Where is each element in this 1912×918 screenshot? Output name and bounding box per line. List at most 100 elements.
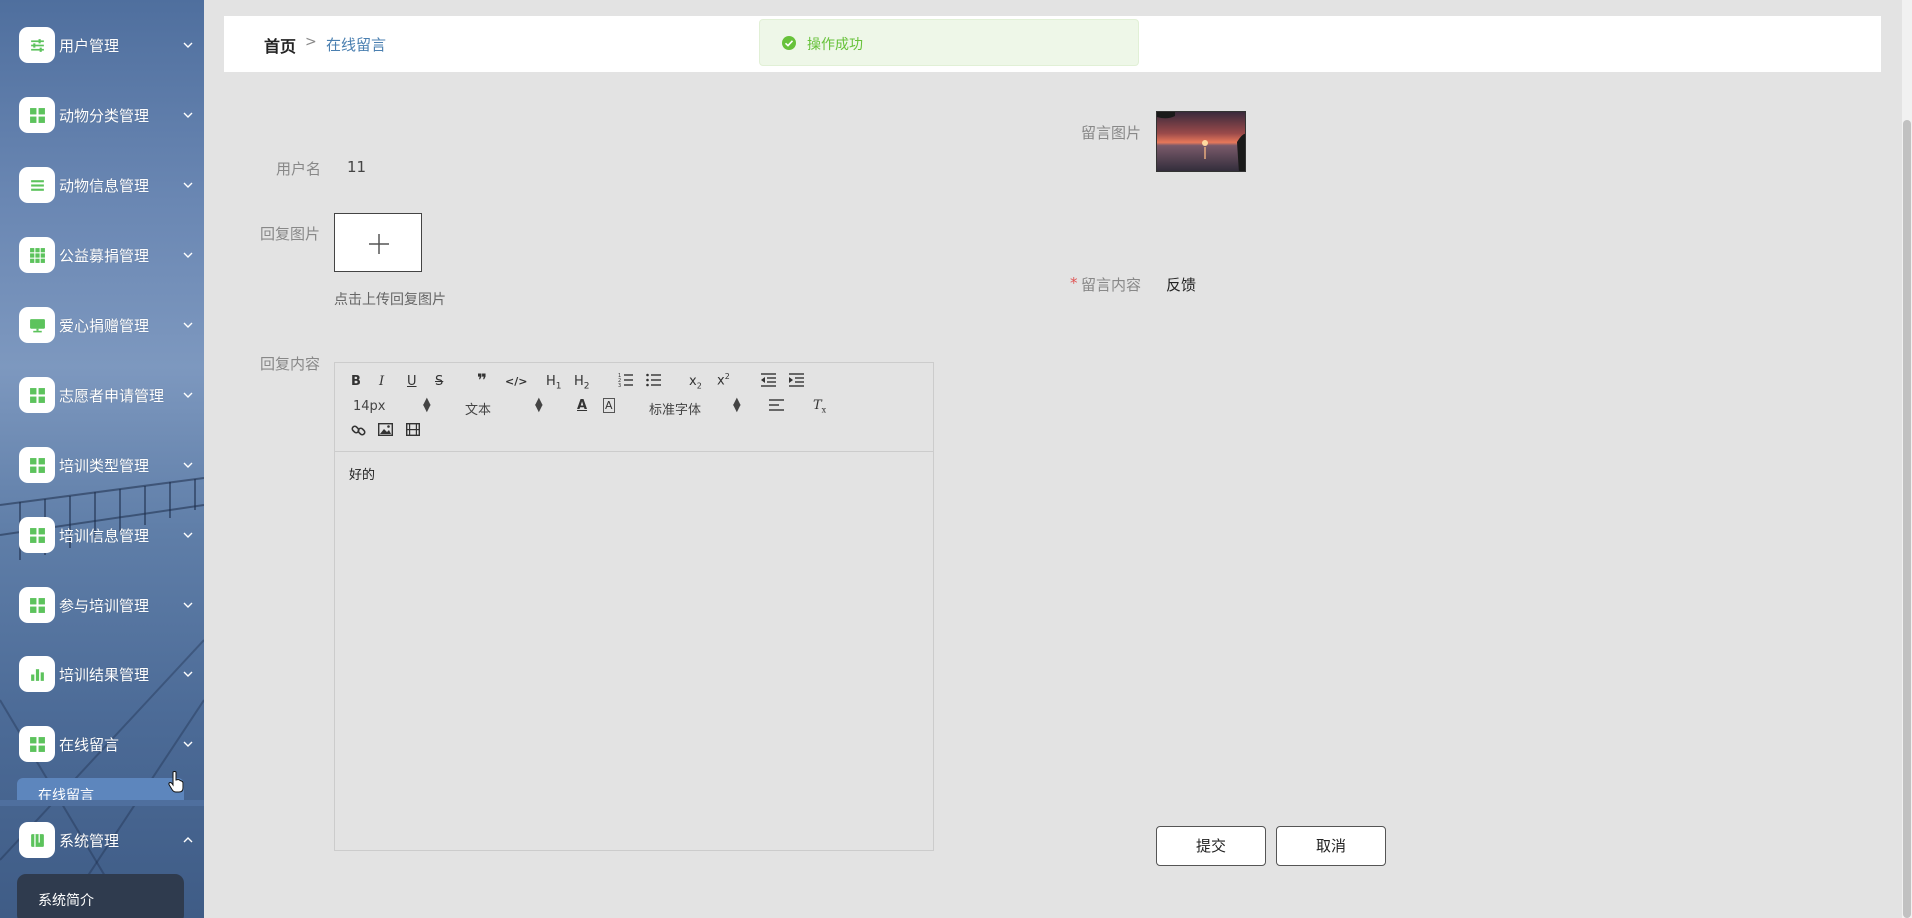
message-content-value: 反馈 [1166, 276, 1197, 294]
bar-chart-icon [19, 656, 55, 692]
sidebar-item-label: 动物分类管理 [59, 106, 150, 125]
font-color-button[interactable]: A [577, 398, 587, 413]
ordered-list-icon[interactable]: 123 [618, 373, 634, 387]
select-caret-icon: ▲ ▼ [423, 396, 431, 414]
background-color-button[interactable]: A [603, 398, 615, 413]
indent-icon[interactable] [789, 373, 804, 387]
breadcrumb-current: 在线留言 [326, 36, 387, 54]
sidebar-item-label: 爱心捐赠管理 [59, 316, 150, 335]
reply-image-label: 回复图片 [260, 225, 321, 243]
underline-button[interactable]: U [407, 374, 417, 389]
submit-button[interactable]: 提交 [1156, 826, 1266, 866]
check-circle-icon [782, 36, 796, 50]
sliders-icon [19, 27, 55, 63]
superscript-button[interactable]: x2 [717, 372, 730, 388]
grid-icon [19, 517, 55, 553]
sidebar-item-training-result[interactable]: 培训结果管理 [0, 650, 204, 698]
plus-icon [369, 234, 389, 254]
outdent-icon[interactable] [761, 373, 776, 387]
reply-image-upload[interactable] [334, 213, 422, 272]
sidebar-item-fundraising[interactable]: 公益募捐管理 [0, 231, 204, 279]
username-value: 11 [347, 158, 367, 176]
success-toast: 操作成功 [759, 19, 1139, 66]
toast-message: 操作成功 [807, 37, 863, 53]
chevron-down-icon [183, 462, 193, 468]
quote-icon[interactable]: ❞ [477, 371, 487, 391]
message-image-label: 留言图片 [1081, 124, 1142, 142]
header-select[interactable]: 文本 ▲ ▼ [465, 396, 549, 419]
font-family-select[interactable]: 标准字体 ▲ ▼ [649, 396, 745, 419]
sidebar-item-online-message[interactable]: 在线留言 [0, 720, 204, 768]
username-label: 用户名 [276, 160, 322, 178]
sidebar-item-donation[interactable]: 爱心捐赠管理 [0, 301, 204, 349]
italic-button[interactable]: I [379, 374, 384, 389]
subscript-button[interactable]: x2 [689, 374, 702, 391]
video-icon[interactable] [406, 423, 420, 436]
sidebar-item-label: 培训结果管理 [59, 665, 150, 684]
sidebar-item-training-participation[interactable]: 参与培训管理 [0, 581, 204, 629]
bold-button[interactable]: B [351, 374, 361, 389]
image-icon[interactable] [378, 423, 393, 436]
sidebar-item-label: 培训信息管理 [59, 526, 150, 545]
svg-text:3: 3 [618, 383, 621, 387]
heading1-button[interactable]: H1 [546, 374, 562, 392]
sidebar-item-volunteer[interactable]: 志愿者申请管理 [0, 371, 204, 419]
cancel-button[interactable]: 取消 [1276, 826, 1386, 866]
code-icon[interactable]: </> [505, 375, 527, 388]
sidebar-item-label: 系统管理 [59, 831, 120, 850]
sidebar-item-label: 培训类型管理 [59, 456, 150, 475]
page-scrollbar[interactable] [1902, 0, 1912, 918]
heading2-button[interactable]: H2 [574, 374, 590, 392]
chevron-up-icon [183, 837, 193, 843]
editor-toolbar: B I U S ❞ </> H1 H2 123 x2 x2 14px ▲ ▼ 文本… [335, 363, 933, 452]
font-size-value: 14px [353, 399, 386, 414]
chevron-down-icon [183, 182, 193, 188]
grid-icon [19, 587, 55, 623]
align-icon[interactable] [769, 399, 784, 412]
header-select-value: 文本 [465, 403, 492, 418]
sidebar-item-animal-category[interactable]: 动物分类管理 [0, 91, 204, 139]
editor-content[interactable]: 好的 [349, 464, 375, 483]
breadcrumb-home[interactable]: 首页 [264, 33, 296, 57]
sidebar-item-label: 用户管理 [59, 36, 120, 55]
select-caret-icon: ▲ ▼ [535, 396, 543, 414]
required-mark: * [1070, 274, 1078, 292]
clear-format-button[interactable]: Tx [813, 398, 826, 415]
submenu-item-system-intro[interactable]: 系统简介 [38, 890, 94, 910]
hand-cursor-icon [168, 771, 184, 793]
upload-hint: 点击上传回复图片 [334, 292, 446, 308]
sidebar-item-system-management[interactable]: 系统管理 [0, 816, 204, 864]
chevron-down-icon [183, 322, 193, 328]
grid-nine-icon [19, 237, 55, 273]
message-image-thumbnail[interactable] [1156, 111, 1246, 172]
select-caret-icon: ▲ ▼ [733, 396, 741, 414]
scrollbar-thumb[interactable] [1903, 120, 1911, 918]
bullet-list-icon[interactable] [646, 373, 662, 387]
sidebar-item-training-info[interactable]: 培训信息管理 [0, 511, 204, 559]
sidebar-item-label: 公益募捐管理 [59, 246, 150, 265]
chevron-down-icon [183, 42, 193, 48]
chevron-down-icon [183, 741, 193, 747]
sidebar-item-label: 动物信息管理 [59, 176, 150, 195]
submenu-clip [0, 800, 204, 806]
chevron-down-icon [183, 602, 193, 608]
grid-icon [19, 726, 55, 762]
submenu-online-message: 在线留言 [17, 778, 184, 804]
rich-text-editor: B I U S ❞ </> H1 H2 123 x2 x2 14px ▲ ▼ 文本… [334, 362, 934, 851]
sunset-image [1157, 112, 1245, 171]
sidebar-item-training-type[interactable]: 培训类型管理 [0, 441, 204, 489]
monitor-icon [19, 307, 55, 343]
chevron-down-icon [183, 671, 193, 677]
chevron-down-icon [183, 392, 193, 398]
reply-content-label: 回复内容 [260, 355, 321, 373]
sidebar-item-animal-info[interactable]: 动物信息管理 [0, 161, 204, 209]
font-size-select[interactable]: 14px ▲ ▼ [353, 396, 437, 415]
sidebar-item-label: 在线留言 [59, 735, 120, 754]
sidebar-item-label: 参与培训管理 [59, 596, 150, 615]
chevron-down-icon [183, 252, 193, 258]
link-icon[interactable] [351, 423, 366, 438]
strike-button[interactable]: S [435, 374, 443, 389]
grid-icon [19, 377, 55, 413]
sidebar-item-user-management[interactable]: 用户管理 [0, 21, 204, 69]
message-content-label: 留言内容 [1081, 276, 1142, 294]
